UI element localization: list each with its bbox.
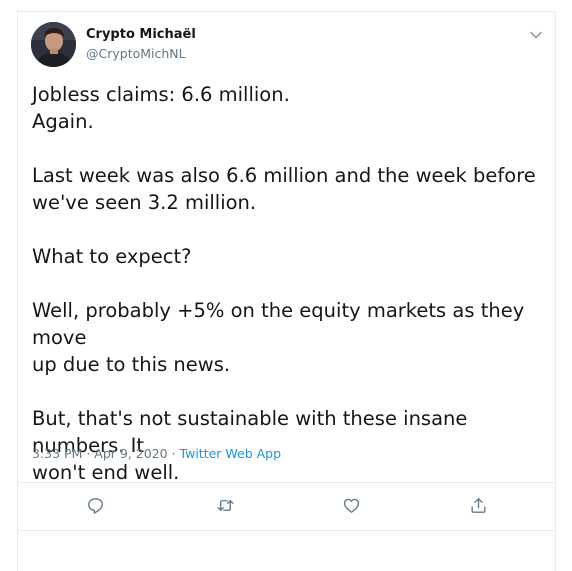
avatar-photo <box>31 22 76 67</box>
user-handle[interactable]: @CryptoMichNL <box>86 46 186 61</box>
tweet-paragraph: What to expect? <box>32 243 552 270</box>
share-button[interactable] <box>461 488 495 522</box>
meta-separator: · <box>82 446 95 461</box>
tweet-time[interactable]: 3:33 PM <box>32 446 82 461</box>
share-icon <box>470 497 486 513</box>
user-name[interactable]: Crypto Michaël <box>86 27 196 42</box>
tweet-line: Well, probably +5% on the equity markets… <box>32 299 525 349</box>
tweet-date[interactable]: Apr 9, 2020 <box>94 446 167 461</box>
tweet-source-link[interactable]: Twitter Web App <box>180 446 282 461</box>
tweet-line: Jobless claims: 6.6 million. <box>32 83 290 106</box>
heart-icon <box>343 498 359 513</box>
tweet-text: Jobless claims: 6.6 million. Again. Last… <box>32 81 552 486</box>
like-button[interactable] <box>334 488 368 522</box>
retweet-icon <box>217 499 233 511</box>
divider <box>18 482 555 483</box>
retweet-button[interactable] <box>208 488 242 522</box>
tweet-meta: 3:33 PM · Apr 9, 2020 · Twitter Web App <box>32 446 281 461</box>
reply-button[interactable] <box>78 488 112 522</box>
tweet-line: What to expect? <box>32 245 192 268</box>
divider <box>18 530 555 531</box>
tweet-line: we've seen 3.2 million. <box>32 191 257 214</box>
tweet-line: won't end well. <box>32 461 180 484</box>
avatar[interactable] <box>31 22 76 67</box>
tweet-paragraph: Jobless claims: 6.6 million. Again. <box>32 81 552 135</box>
chevron-down-icon <box>530 31 542 39</box>
tweet-line: Last week was also 6.6 million and the w… <box>32 164 536 187</box>
tweet-line: Again. <box>32 110 94 133</box>
tweet-paragraph: Well, probably +5% on the equity markets… <box>32 297 552 378</box>
meta-separator: · <box>167 446 180 461</box>
reply-icon <box>87 497 103 514</box>
tweet-paragraph: Last week was also 6.6 million and the w… <box>32 162 552 216</box>
more-options-caret[interactable] <box>527 26 545 44</box>
tweet-card: Crypto Michaël @CryptoMichNL Jobless cla… <box>17 11 556 571</box>
tweet-line: up due to this news. <box>32 353 231 376</box>
